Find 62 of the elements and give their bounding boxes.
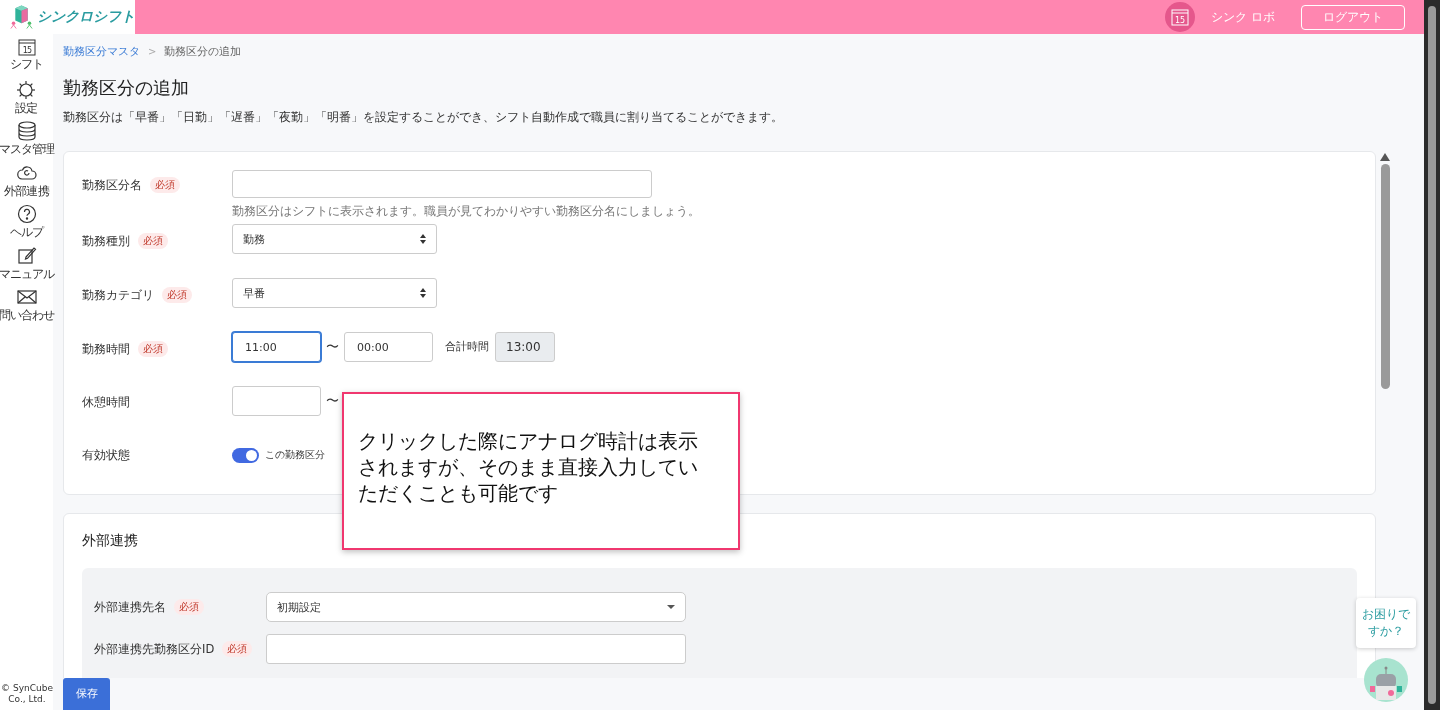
calendar-icon: 15 [17, 38, 36, 56]
save-button[interactable]: 保存 [63, 678, 110, 710]
hint-text: 勤務区分はシフトに表示されます。職員が見てわかりやすい勤務区分名にしましょう。 [232, 204, 700, 219]
sidebar-item[interactable]: 設定 [15, 79, 38, 121]
required-tag: 必須 [174, 599, 204, 615]
scrollbar[interactable] [1424, 0, 1440, 710]
help-bubble[interactable]: お困りですか？ [1356, 597, 1416, 648]
time-field[interactable]: 00:00 [344, 332, 433, 362]
copyright-text: © SynCube Co., Ltd. [1, 682, 53, 706]
gear-icon [16, 79, 37, 100]
updown-caret-icon [420, 234, 426, 244]
tilde-text: 〜 [326, 338, 339, 356]
logo-text: シンクロシフト [37, 8, 135, 26]
total-label: 合計時間 [445, 340, 489, 354]
user-name: シンク ロボ [1211, 8, 1275, 26]
field-label: 休憩時間 [82, 395, 130, 410]
time-field[interactable]: 11:00 [232, 332, 321, 362]
field-label: 勤務カテゴリ [82, 287, 154, 303]
text-field[interactable] [266, 634, 686, 664]
total-time-display: 13:00 [495, 332, 555, 362]
field-label: 外部連携先名 [94, 599, 166, 615]
calendar-icon: 15 [1171, 8, 1190, 26]
field-label: 勤務種別 [82, 233, 130, 249]
page-description: 勤務区分は「早番」「日勤」「遅番」「夜勤」「明番」を設定することができ、シフト自動作成で職員に割り当てることができます。 [63, 110, 784, 125]
required-tag: 必須 [138, 341, 168, 357]
toggle-switch[interactable] [232, 447, 259, 463]
dropdown-field[interactable]: 初期設定 [266, 592, 686, 622]
help-icon [16, 204, 37, 224]
sidebar-item[interactable]: 15 シフト [9, 38, 44, 80]
robot-avatar-icon[interactable] [1364, 658, 1408, 702]
toggle-label: この勤務区分 [265, 448, 325, 462]
field-label: 勤務時間 [82, 341, 130, 357]
mail-icon [16, 287, 37, 307]
sidebar-item[interactable]: ヘルプ [9, 204, 44, 246]
section-title: 外部連携 [82, 532, 139, 550]
scroll-up-arrow-icon[interactable] [1380, 153, 1390, 161]
page-title: 勤務区分の追加 [63, 76, 190, 100]
updown-caret-icon [420, 288, 426, 298]
current-page-label: 勤務区分の追加 [164, 43, 242, 59]
select-field[interactable]: 早番 [232, 278, 437, 308]
database-icon [16, 121, 37, 141]
required-tag: 必須 [150, 177, 180, 193]
caret-icon [667, 605, 675, 609]
time-field[interactable] [232, 386, 321, 416]
sidebar-item[interactable]: マスタ管理 [0, 121, 55, 163]
select-field[interactable]: 勤務 [232, 224, 437, 254]
field-label: 有効状態 [82, 447, 130, 463]
sidebar-item[interactable]: 問い合わせ [0, 287, 55, 329]
breadcrumb-link[interactable]: 勤務区分マスタ [63, 43, 140, 59]
field-label: 勤務区分名 [82, 177, 142, 193]
tilde-text: 〜 [326, 392, 339, 410]
sidebar-item[interactable]: マニュアル [0, 245, 55, 287]
edit-icon [16, 245, 37, 266]
required-tag: 必須 [138, 233, 168, 249]
sidebar-item[interactable]: 外部連携 [4, 162, 49, 204]
breadcrumb-separator: > [148, 45, 157, 57]
required-tag: 必須 [162, 287, 192, 303]
logo-icon [10, 3, 33, 31]
field-label: 外部連携先勤務区分ID [94, 641, 215, 657]
callout-text: クリックした際にアナログ時計は表示されますが、そのまま直接入力していただくことも可能です [358, 428, 699, 506]
required-tag: 必須 [222, 641, 253, 657]
text-field[interactable] [232, 170, 652, 198]
